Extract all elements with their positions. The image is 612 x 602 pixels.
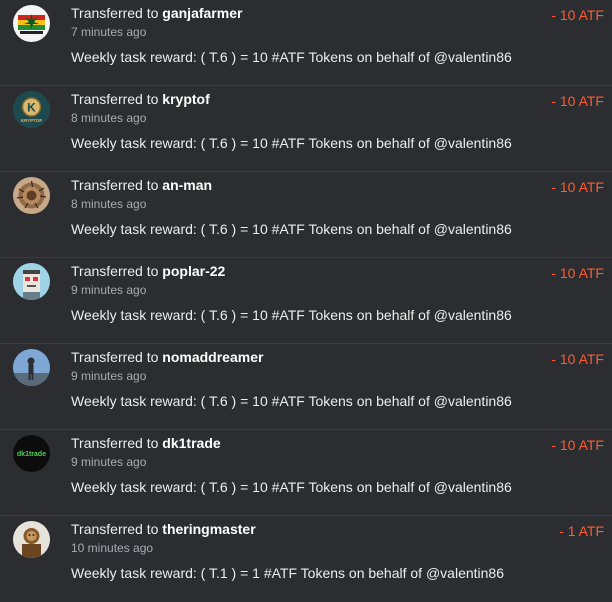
transfer-title: Transferred to nomaddreamer xyxy=(71,349,263,365)
transfer-prefix: Transferred to xyxy=(71,263,159,279)
timestamp: 9 minutes ago xyxy=(71,455,147,469)
transfer-amount: - 10 ATF xyxy=(551,93,604,109)
recipient-link[interactable]: nomaddreamer xyxy=(162,349,263,365)
timestamp: 9 minutes ago xyxy=(71,283,147,297)
an-man-avatar[interactable] xyxy=(13,177,50,214)
transfer-memo: Weekly task reward: ( T.6 ) = 10 #ATF To… xyxy=(71,307,512,323)
transfer-prefix: Transferred to xyxy=(71,91,159,107)
transfer-memo: Weekly task reward: ( T.6 ) = 10 #ATF To… xyxy=(71,221,512,237)
recipient-link[interactable]: an-man xyxy=(162,177,212,193)
poplar-22-avatar[interactable] xyxy=(13,263,50,300)
recipient-link[interactable]: poplar-22 xyxy=(162,263,225,279)
transfer-amount: - 10 ATF xyxy=(551,179,604,195)
transfer-row[interactable]: Transferred to theringmaster 10 minutes … xyxy=(0,516,612,602)
transfer-row[interactable]: K KRYPTOF Transferred to kryptof 8 minut… xyxy=(0,86,612,172)
transfer-prefix: Transferred to xyxy=(71,349,159,365)
transfer-amount: - 10 ATF xyxy=(551,437,604,453)
recipient-link[interactable]: theringmaster xyxy=(162,521,255,537)
timestamp: 8 minutes ago xyxy=(71,197,147,211)
kryptof-avatar-letter: K xyxy=(27,101,36,115)
dk1trade-avatar-text: dk1trade xyxy=(17,451,46,458)
kryptof-avatar-caption: KRYPTOF xyxy=(21,118,43,123)
dk1trade-avatar[interactable]: dk1trade xyxy=(13,435,50,472)
transfer-title: Transferred to ganjafarmer xyxy=(71,5,242,21)
transfer-amount: - 10 ATF xyxy=(551,351,604,367)
transfer-memo: Weekly task reward: ( T.6 ) = 10 #ATF To… xyxy=(71,135,512,151)
theringmaster-avatar[interactable] xyxy=(13,521,50,558)
transfer-row[interactable]: Transferred to ganjafarmer 7 minutes ago… xyxy=(0,0,612,86)
transfer-list: Transferred to ganjafarmer 7 minutes ago… xyxy=(0,0,612,602)
timestamp: 10 minutes ago xyxy=(71,541,154,555)
recipient-link[interactable]: kryptof xyxy=(162,91,209,107)
transfer-memo: Weekly task reward: ( T.6 ) = 10 #ATF To… xyxy=(71,479,512,495)
transfer-row[interactable]: dk1trade Transferred to dk1trade 9 minut… xyxy=(0,430,612,516)
nomaddreamer-avatar[interactable] xyxy=(13,349,50,386)
timestamp: 7 minutes ago xyxy=(71,25,147,39)
transfer-amount: - 1 ATF xyxy=(559,523,604,539)
transfer-title: Transferred to poplar-22 xyxy=(71,263,225,279)
transfer-title: Transferred to kryptof xyxy=(71,91,210,107)
transfer-row[interactable]: Transferred to poplar-22 9 minutes ago W… xyxy=(0,258,612,344)
transfer-prefix: Transferred to xyxy=(71,435,159,451)
transfer-amount: - 10 ATF xyxy=(551,265,604,281)
timestamp: 8 minutes ago xyxy=(71,111,147,125)
transfer-prefix: Transferred to xyxy=(71,521,159,537)
transfer-memo: Weekly task reward: ( T.6 ) = 10 #ATF To… xyxy=(71,49,512,65)
recipient-link[interactable]: ganjafarmer xyxy=(162,5,242,21)
kryptof-avatar[interactable]: K KRYPTOF xyxy=(13,91,50,128)
transfer-title: Transferred to theringmaster xyxy=(71,521,256,537)
transfer-title: Transferred to an-man xyxy=(71,177,212,193)
transfer-amount: - 10 ATF xyxy=(551,7,604,23)
timestamp: 9 minutes ago xyxy=(71,369,147,383)
transfer-memo: Weekly task reward: ( T.1 ) = 1 #ATF Tok… xyxy=(71,565,505,581)
recipient-link[interactable]: dk1trade xyxy=(162,435,220,451)
transfer-row[interactable]: Transferred to nomaddreamer 9 minutes ag… xyxy=(0,344,612,430)
transfer-row[interactable]: Transferred to an-man 8 minutes ago Week… xyxy=(0,172,612,258)
ganjafarmer-avatar[interactable] xyxy=(13,5,50,42)
transfer-memo: Weekly task reward: ( T.6 ) = 10 #ATF To… xyxy=(71,393,512,409)
transfer-prefix: Transferred to xyxy=(71,177,159,193)
transfer-prefix: Transferred to xyxy=(71,5,159,21)
transfer-title: Transferred to dk1trade xyxy=(71,435,221,451)
